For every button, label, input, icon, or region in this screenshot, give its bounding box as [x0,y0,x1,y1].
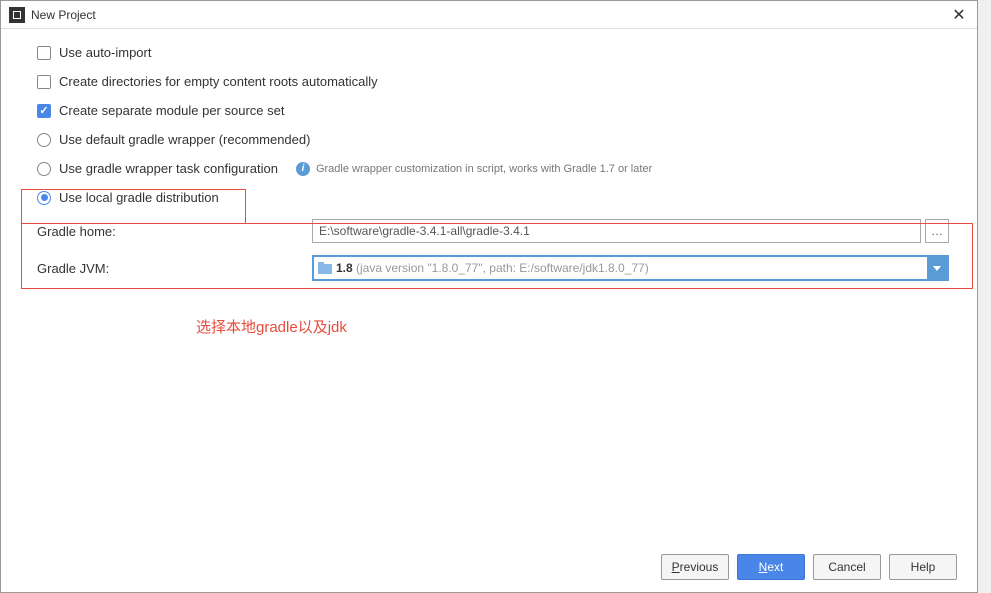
titlebar: New Project ✕ [1,1,977,29]
checkbox-separate-module[interactable] [37,104,51,118]
previous-button[interactable]: Previous [661,554,729,580]
dialog-content: Use auto-import Create directories for e… [1,29,977,281]
wrapper-hint: Gradle wrapper customization in script, … [316,163,652,175]
folder-icon [318,262,332,274]
gradle-home-input[interactable] [312,219,921,243]
next-button[interactable]: Next [737,554,805,580]
gradle-jvm-combo[interactable]: 1.8 (java version "1.8.0_77", path: E:/s… [312,255,949,281]
new-project-dialog: New Project ✕ Use auto-import Create dir… [0,0,978,593]
option-create-dirs[interactable]: Create directories for empty content roo… [37,74,949,89]
browse-button[interactable]: … [925,219,949,243]
jvm-version: 1.8 [336,261,353,275]
label-gradle-home: Gradle home: [37,224,312,239]
label-gradle-jvm: Gradle JVM: [37,261,312,276]
next-rest: ext [767,560,783,574]
label-create-dirs: Create directories for empty content roo… [59,74,378,89]
radio-wrapper-task[interactable] [37,162,51,176]
radio-local-dist[interactable] [37,191,51,205]
label-local-dist: Use local gradle distribution [59,190,219,205]
annotation-text: 选择本地gradle以及jdk [196,316,347,337]
option-local-dist[interactable]: Use local gradle distribution [37,190,949,205]
checkbox-auto-import[interactable] [37,46,51,60]
close-icon[interactable]: ✕ [949,5,969,25]
jvm-details: (java version "1.8.0_77", path: E:/softw… [353,261,649,275]
prev-rest: revious [680,560,719,574]
row-gradle-home: Gradle home: … [37,219,949,243]
option-wrapper-task[interactable]: Use gradle wrapper task configuration Gr… [37,161,949,176]
dialog-title: New Project [31,8,949,22]
option-separate-module[interactable]: Create separate module per source set [37,103,949,118]
label-auto-import: Use auto-import [59,45,151,60]
info-icon [296,162,310,176]
radio-default-wrapper[interactable] [37,133,51,147]
row-gradle-jvm: Gradle JVM: 1.8 (java version "1.8.0_77"… [37,255,949,281]
label-wrapper-task: Use gradle wrapper task configuration [59,161,278,176]
option-auto-import[interactable]: Use auto-import [37,45,949,60]
cancel-button[interactable]: Cancel [813,554,881,580]
label-default-wrapper: Use default gradle wrapper (recommended) [59,132,310,147]
help-button[interactable]: Help [889,554,957,580]
label-separate-module: Create separate module per source set [59,103,284,118]
checkbox-create-dirs[interactable] [37,75,51,89]
option-default-wrapper[interactable]: Use default gradle wrapper (recommended) [37,132,949,147]
app-icon [9,7,25,23]
chevron-down-icon[interactable] [927,257,947,279]
button-bar: Previous Next Cancel Help [661,554,957,580]
